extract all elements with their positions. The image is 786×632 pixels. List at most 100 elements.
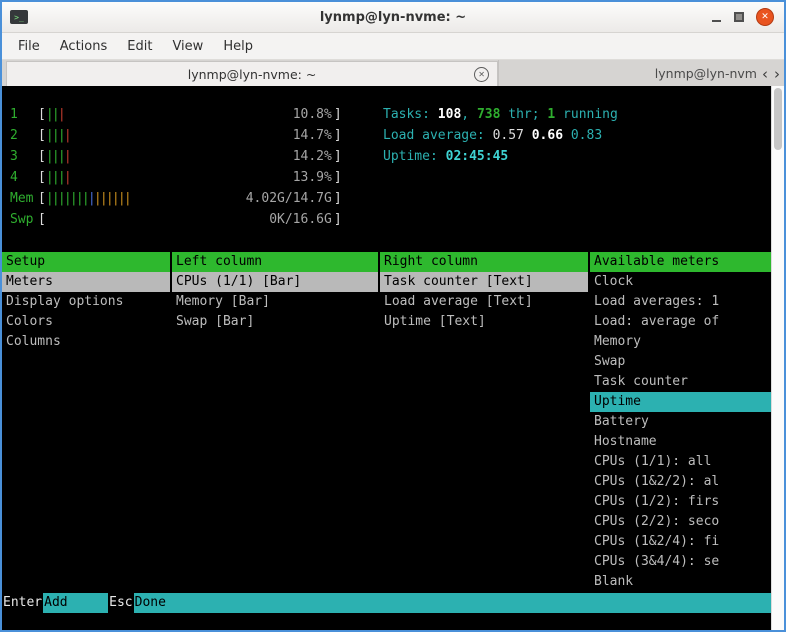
meter-bar: 0K/16.6G (46, 209, 334, 230)
setup-item-task-counter[interactable]: Task counter (590, 372, 771, 392)
meter-bracket: ] (334, 149, 342, 164)
meter-value: 4.02G/14.7G (246, 191, 332, 206)
meter-row: 4[||||13.9%] (2, 167, 342, 188)
meter-bar: ||||||||||||||4.02G/14.7G (46, 188, 334, 209)
meter-caption: Mem (10, 191, 38, 206)
tab-active[interactable]: lynmp@lyn-nvme: ~ (6, 61, 498, 87)
setup-item-uptime-text[interactable]: Uptime [Text] (380, 312, 588, 332)
info-line: Load average: 0.57 0.66 0.83 (383, 125, 618, 146)
meter-row: 2[||||14.7%] (2, 125, 342, 146)
meter-bracket: ] (334, 212, 342, 227)
setup-item-memory-bar[interactable]: Memory [Bar] (172, 292, 378, 312)
tab-active-label: lynmp@lyn-nvme: ~ (188, 67, 317, 82)
info-segment: 1 (547, 107, 555, 122)
meter-tick: | (58, 107, 64, 122)
info-lines: Tasks: 108, 738 thr; 1 runningLoad avera… (383, 104, 618, 167)
meter-row: 1[|||10.8%] (2, 104, 342, 125)
setup-item-battery[interactable]: Battery (590, 412, 771, 432)
setup-item-cpus-1-2-firs[interactable]: CPUs (1/2): firs (590, 492, 771, 512)
meter-bar: ||||14.2% (46, 146, 334, 167)
menu-item-actions[interactable]: Actions (50, 36, 118, 57)
meter-bracket: [ (38, 170, 46, 185)
setup-item-columns[interactable]: Columns (2, 332, 170, 352)
meter-bracket: ] (334, 107, 342, 122)
setup-item-cpus-1-1-bar[interactable]: CPUs (1/1) [Bar] (172, 272, 378, 292)
info-segment: Uptime: (383, 149, 446, 164)
meter-caption: 2 (10, 128, 38, 143)
setup-header: Left column (172, 252, 378, 272)
info-line: Tasks: 108, 738 thr; 1 running (383, 104, 618, 125)
setup-item-hostname[interactable]: Hostname (590, 432, 771, 452)
info-segment: running (555, 107, 618, 122)
meter-row: Swp[0K/16.6G] (2, 209, 342, 230)
setup-item-cpus-1-2-4-fi[interactable]: CPUs (1&2/4): fi (590, 532, 771, 552)
setup-item-cpus-1-1-all[interactable]: CPUs (1/1): all (590, 452, 771, 472)
meter-value: 10.8% (293, 107, 332, 122)
terminal-app-icon (10, 10, 28, 24)
tab-scroll-right-icon[interactable]: › (771, 65, 783, 83)
setup-header: Right column (380, 252, 588, 272)
meter-value: 0K/16.6G (269, 212, 332, 227)
setup-item-load-averages-1[interactable]: Load averages: 1 (590, 292, 771, 312)
setup-item-swap[interactable]: Swap (590, 352, 771, 372)
info-segment: 738 (477, 107, 500, 122)
menu-item-view[interactable]: View (162, 36, 213, 57)
meter-value: 14.7% (293, 128, 332, 143)
close-icon[interactable] (756, 8, 774, 26)
function-key-enter: Enter (2, 593, 43, 613)
minimize-icon[interactable] (711, 12, 722, 23)
function-label-add[interactable]: Add (43, 593, 108, 613)
setup-item-cpus-1-2-2-al[interactable]: CPUs (1&2/2): al (590, 472, 771, 492)
info-segment: 02:45:45 (446, 149, 509, 164)
tab-bar: lynmp@lyn-nvme: ~ lynmp@lyn-nvm ‹ › (2, 60, 784, 88)
menu-item-file[interactable]: File (8, 36, 50, 57)
setup-column-right-column: Right columnTask counter [Text]Load aver… (380, 252, 588, 332)
setup-header: Setup (2, 252, 170, 272)
setup-item-blank[interactable]: Blank (590, 572, 771, 592)
tab-inactive-label: lynmp@lyn-nvm (655, 66, 757, 81)
setup-item-meters[interactable]: Meters (2, 272, 170, 292)
info-segment: 108 (438, 107, 461, 122)
setup-item-cpus-3-4-4-se[interactable]: CPUs (3&4/4): se (590, 552, 771, 572)
setup-item-clock[interactable]: Clock (590, 272, 771, 292)
setup-item-load-average-of[interactable]: Load: average of (590, 312, 771, 332)
setup-item-load-average-text[interactable]: Load average [Text] (380, 292, 588, 312)
tab-inactive[interactable]: lynmp@lyn-nvm (498, 60, 758, 87)
terminal-screen[interactable]: 1[|||10.8%]2[||||14.7%]3[||||14.2%]4[|||… (2, 86, 771, 630)
function-bar: EnterAddEscDone (2, 593, 771, 613)
menu-bar: FileActionsEditViewHelp (2, 33, 784, 60)
meter-tick: | (64, 170, 70, 185)
meter-value: 13.9% (293, 170, 332, 185)
tab-close-icon[interactable] (474, 67, 489, 82)
info-segment: 0.83 (571, 128, 602, 143)
setup-item-swap-bar[interactable]: Swap [Bar] (172, 312, 378, 332)
setup-item-memory[interactable]: Memory (590, 332, 771, 352)
scrollbar-thumb[interactable] (774, 88, 782, 150)
meter-bar: |||10.8% (46, 104, 334, 125)
setup-item-colors[interactable]: Colors (2, 312, 170, 332)
info-segment: Tasks: (383, 107, 438, 122)
titlebar[interactable]: lynmp@lyn-nvme: ~ (2, 2, 784, 33)
function-label-done[interactable]: Done (134, 593, 771, 613)
meter-bar: ||||14.7% (46, 125, 334, 146)
meter-tick: | (124, 191, 130, 206)
tab-scroll-arrows: ‹ › (759, 60, 783, 87)
meter-bracket: [ (38, 191, 46, 206)
setup-item-uptime[interactable]: Uptime (590, 392, 771, 412)
meter-bracket: ] (334, 191, 342, 206)
menu-item-edit[interactable]: Edit (117, 36, 162, 57)
info-segment: , (461, 107, 477, 122)
meter-bracket: [ (38, 128, 46, 143)
setup-column-available-meters: Available metersClockLoad averages: 1Loa… (590, 252, 771, 592)
meter-tick: | (64, 128, 70, 143)
info-line: Uptime: 02:45:45 (383, 146, 618, 167)
maximize-icon[interactable] (734, 12, 744, 22)
tab-scroll-left-icon[interactable]: ‹ (759, 65, 771, 83)
setup-item-cpus-2-2-seco[interactable]: CPUs (2/2): seco (590, 512, 771, 532)
meter-bracket: ] (334, 128, 342, 143)
scrollbar[interactable] (771, 86, 784, 630)
setup-item-task-counter-text[interactable]: Task counter [Text] (380, 272, 588, 292)
info-segment: Load average: (383, 128, 493, 143)
setup-item-display-options[interactable]: Display options (2, 292, 170, 312)
menu-item-help[interactable]: Help (213, 36, 263, 57)
